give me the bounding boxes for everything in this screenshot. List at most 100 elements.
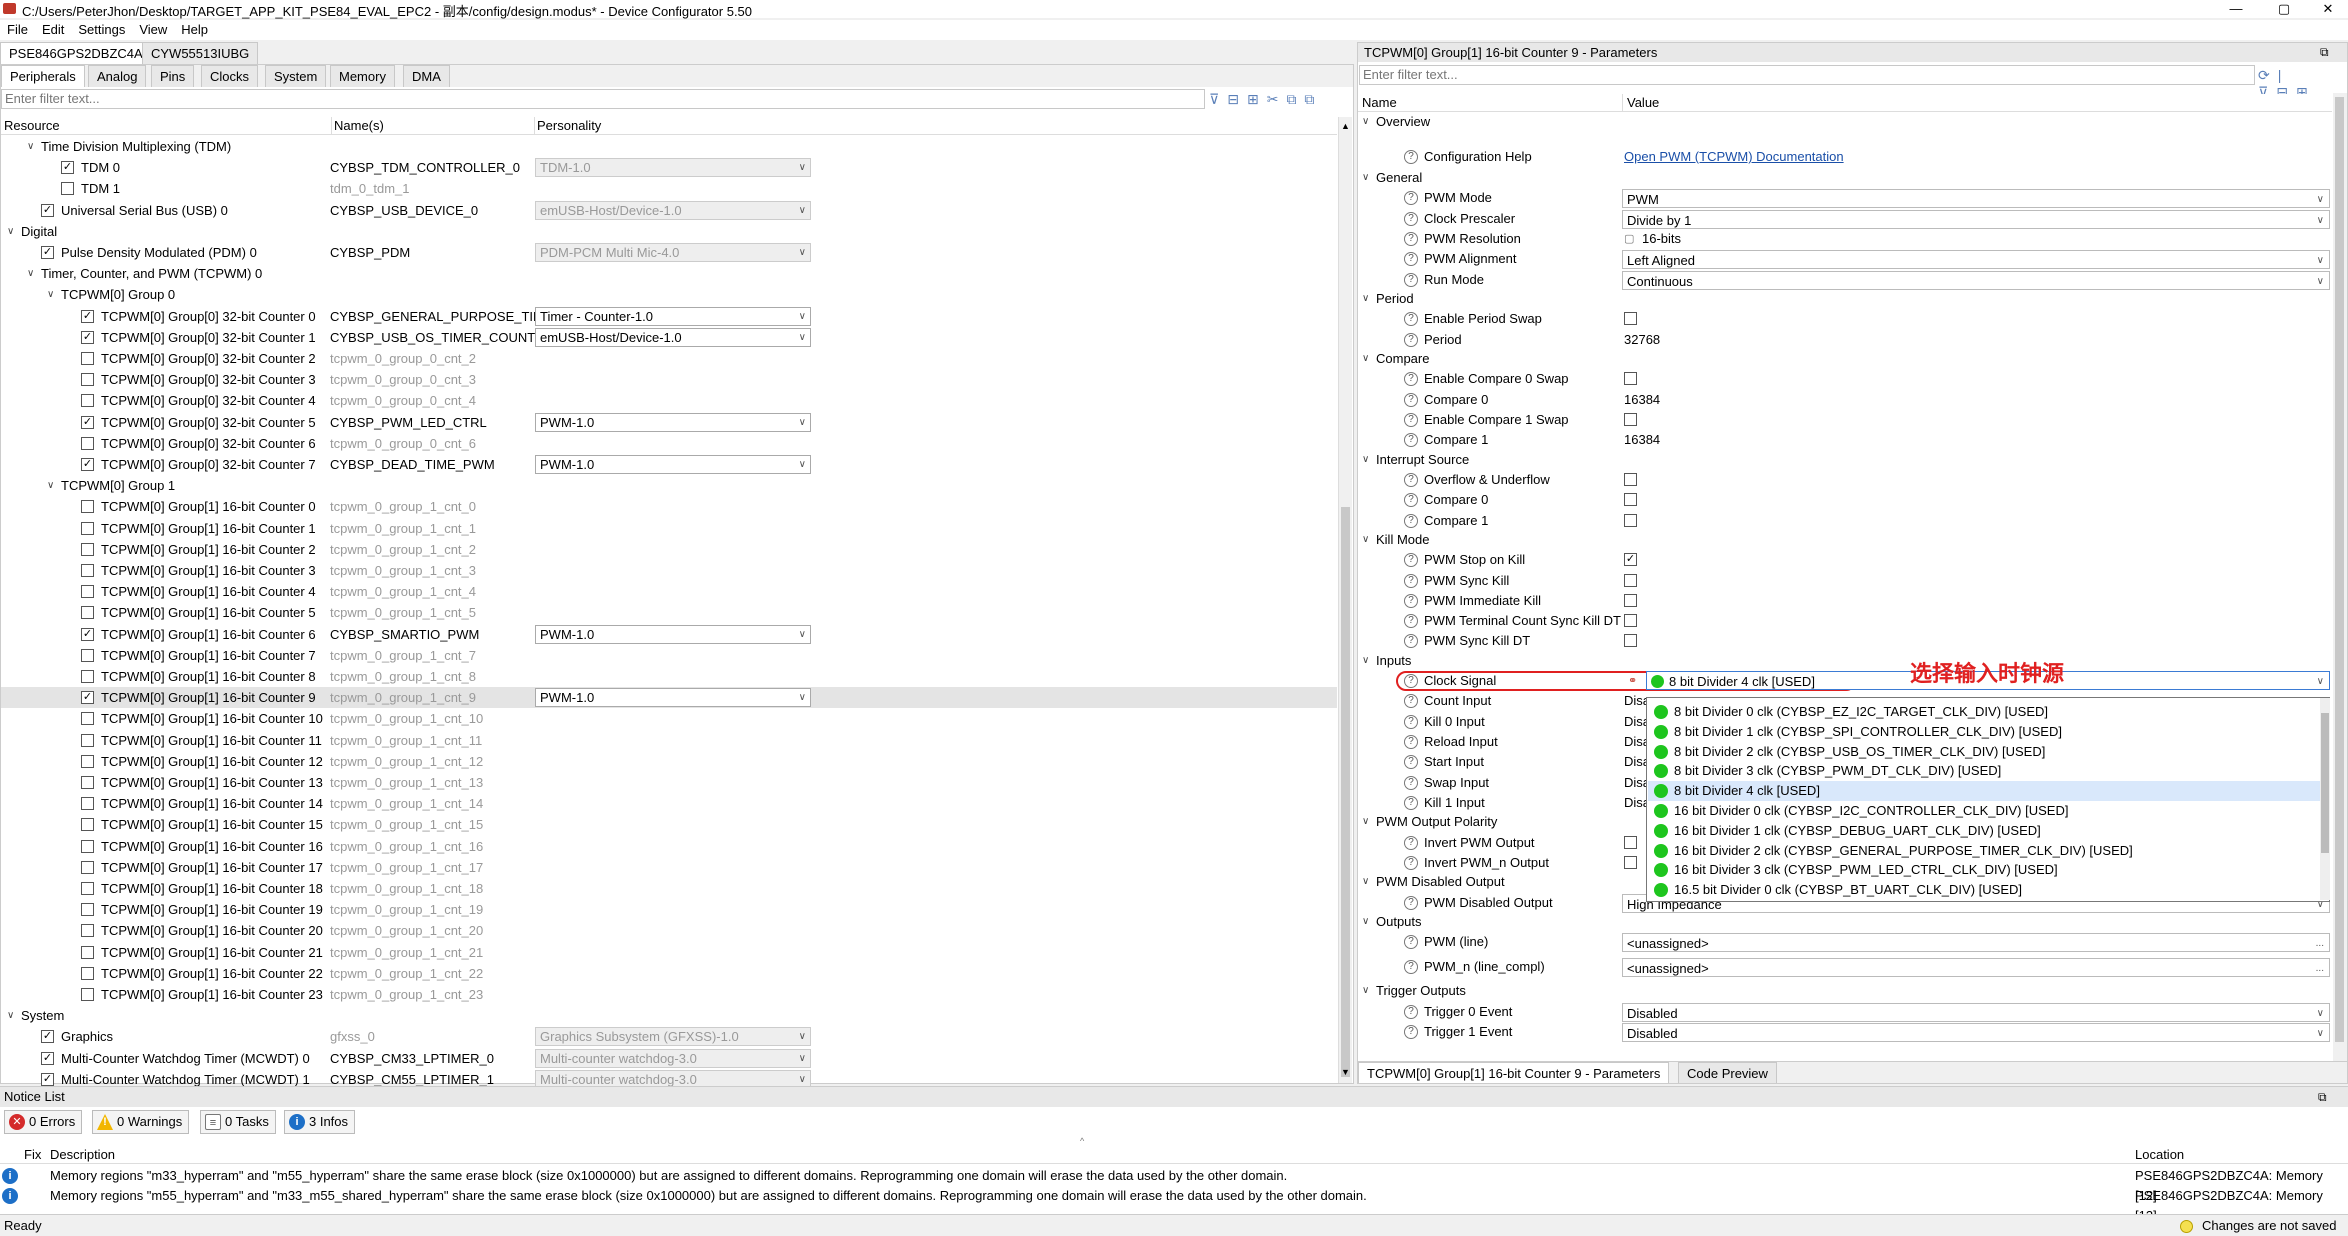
col-names[interactable]: Name(s)	[331, 117, 384, 135]
param-row[interactable]: ? Period 32768	[1358, 330, 2332, 350]
resource-checkbox[interactable]	[81, 712, 94, 726]
personality-dropdown[interactable]: PWM-1.0 ∨	[535, 624, 811, 644]
clock-option[interactable]: 16.5 bit Divider 0 clk (CYBSP_BT_UART_CL…	[1648, 880, 2320, 900]
resource-checkbox[interactable]	[81, 988, 94, 1001]
param-dropdown[interactable]: Divide by 1 ∨	[1622, 209, 2330, 229]
resource-checkbox[interactable]	[81, 648, 94, 662]
resource-name[interactable]: CYBSP_USB_OS_TIMER_COUNTER	[330, 327, 553, 348]
help-icon[interactable]: ?	[1404, 694, 1418, 709]
resource-checkbox[interactable]: ✓	[81, 458, 94, 471]
maximize-button[interactable]: ▢	[2264, 0, 2304, 18]
param-checkbox[interactable]	[1624, 835, 1637, 849]
expand-toggle-icon[interactable]: ∨	[1362, 913, 1369, 931]
resource-name[interactable]: tcpwm_0_group_1_cnt_13	[330, 772, 483, 793]
tree-row[interactable]: TCPWM[0] Group[1] 16-bit Counter 22 tcpwm…	[1, 963, 1337, 984]
tree-row[interactable]: TCPWM[0] Group[1] 16-bit Counter 14 tcpwm…	[1, 793, 1337, 814]
resource-name[interactable]: tcpwm_0_group_1_cnt_8	[330, 666, 476, 687]
link-icon[interactable]: ⚭	[1628, 671, 1637, 691]
resource-name[interactable]: tcpwm_0_group_1_cnt_5	[330, 602, 476, 623]
expand-toggle-icon[interactable]: ∨	[7, 221, 14, 242]
params-toolbar-icons[interactable]: ⟳|⊽⊟⊞	[2258, 67, 2346, 100]
resource-name[interactable]: tcpwm_0_group_1_cnt_22	[330, 963, 483, 984]
resource-checkbox[interactable]	[81, 924, 94, 938]
resource-name[interactable]: CYBSP_PWM_LED_CTRL	[330, 412, 487, 433]
tree-row[interactable]: TCPWM[0] Group[1] 16-bit Counter 19 tcpwm…	[1, 899, 1337, 920]
resource-name[interactable]: tcpwm_0_group_1_cnt_23	[330, 984, 483, 1005]
help-icon[interactable]: ?	[1404, 232, 1418, 246]
resource-name[interactable]: tcpwm_0_group_1_cnt_19	[330, 899, 483, 920]
tree-row[interactable]: TCPWM[0] Group[1] 16-bit Counter 15 tcpwm…	[1, 814, 1337, 835]
tree-row[interactable]: ✓ Universal Serial Bus (USB) 0 CYBSP_USB_D…	[1, 200, 1337, 221]
menu-edit[interactable]: Edit	[35, 20, 71, 40]
resource-checkbox[interactable]: ✓	[41, 246, 54, 259]
resource-name[interactable]: gfxss_0	[330, 1026, 375, 1047]
param-dropdown[interactable]: PWM ∨	[1622, 189, 2330, 209]
help-icon[interactable]: ?	[1404, 593, 1418, 608]
tree-row[interactable]: ✓ TCPWM[0] Group[0] 32-bit Counter 0 CYBSP…	[1, 306, 1337, 327]
param-checkbox[interactable]	[1624, 412, 1637, 426]
resource-name[interactable]: tcpwm_0_group_1_cnt_12	[330, 751, 483, 772]
notice-row[interactable]: i Memory regions "m55_hyperram" and "m33…	[0, 1186, 2348, 1223]
tree-row[interactable]: TCPWM[0] Group[1] 16-bit Counter 8 tcpwm_…	[1, 666, 1337, 687]
param-section[interactable]: ∨ Period	[1358, 290, 2332, 308]
tree-row[interactable]: TCPWM[0] Group[1] 16-bit Counter 2 tcpwm_…	[1, 539, 1337, 560]
resource-name[interactable]: tcpwm_0_group_0_cnt_4	[330, 390, 476, 411]
resource-checkbox[interactable]: ✓	[81, 309, 94, 323]
help-icon[interactable]: ?	[1404, 372, 1418, 387]
resource-name[interactable]: CYBSP_DEAD_TIME_PWM	[330, 454, 495, 475]
param-checkbox[interactable]: ✓	[1624, 553, 1637, 567]
tree-row[interactable]: TCPWM[0] Group[1] 16-bit Counter 16 tcpwm…	[1, 836, 1337, 857]
resource-name[interactable]: tcpwm_0_group_1_cnt_17	[330, 857, 483, 878]
left-filter-input[interactable]: Enter filter text...	[1, 89, 1205, 109]
param-section[interactable]: ∨ Outputs	[1358, 913, 2332, 931]
param-row[interactable]: ? Run Mode Continuous ∨	[1358, 270, 2332, 290]
resource-name[interactable]: tcpwm_0_group_0_cnt_6	[330, 433, 476, 454]
resource-name[interactable]: tcpwm_0_group_1_cnt_10	[330, 708, 483, 729]
clock-option[interactable]: 8 bit Divider 1 clk (CYBSP_SPI_CONTROLLE…	[1648, 722, 2320, 742]
resource-checkbox[interactable]: ✓	[41, 1051, 54, 1065]
tab-clocks[interactable]: Clocks	[201, 65, 259, 87]
param-section[interactable]: ∨ Trigger Outputs	[1358, 982, 2332, 1000]
tree-row[interactable]: TCPWM[0] Group[0] 32-bit Counter 4 tcpwm_…	[1, 390, 1337, 411]
minimize-button[interactable]: —	[2216, 0, 2256, 18]
param-section[interactable]: ∨ Inputs	[1358, 652, 2332, 670]
tab-analog[interactable]: Analog	[88, 65, 147, 87]
expand-toggle-icon[interactable]: ∨	[1362, 350, 1369, 368]
resource-name[interactable]: tcpwm_0_group_1_cnt_20	[330, 920, 483, 941]
param-row[interactable]: ? Compare 0	[1358, 490, 2332, 510]
param-dropdown[interactable]: Continuous ∨	[1622, 270, 2330, 290]
resource-checkbox[interactable]: ✓	[81, 627, 94, 641]
param-row[interactable]: ? PWM Sync Kill	[1358, 571, 2332, 591]
tree-row[interactable]: ✓ Pulse Density Modulated (PDM) 0 CYBSP_PD…	[1, 242, 1337, 263]
param-checkbox[interactable]	[1624, 472, 1637, 486]
param-dropdown[interactable]: Disabled ∨	[1622, 1002, 2330, 1022]
resource-name[interactable]: tcpwm_0_group_1_cnt_7	[330, 645, 476, 666]
tree-row[interactable]: TCPWM[0] Group[1] 16-bit Counter 23 tcpwm…	[1, 984, 1337, 1005]
expand-toggle-icon[interactable]: ∨	[1362, 169, 1369, 187]
resource-checkbox[interactable]: ✓	[41, 203, 54, 217]
personality-dropdown[interactable]: emUSB-Host/Device-1.0 ∨	[535, 327, 811, 347]
resource-name[interactable]: tcpwm_0_group_1_cnt_16	[330, 836, 483, 857]
menu-settings[interactable]: Settings	[71, 20, 132, 40]
resource-checkbox[interactable]	[81, 754, 94, 768]
close-button[interactable]: ✕	[2308, 0, 2348, 18]
tree-row[interactable]: TCPWM[0] Group[1] 16-bit Counter 7 tcpwm_…	[1, 645, 1337, 666]
param-checkbox[interactable]	[1624, 573, 1637, 587]
param-checkbox[interactable]	[1624, 855, 1637, 869]
param-row[interactable]: ? PWM Immediate Kill	[1358, 591, 2332, 611]
param-row[interactable]: ? PWM (line) <unassigned>...	[1358, 932, 2332, 953]
resource-checkbox[interactable]: ✓	[81, 330, 94, 344]
resource-name[interactable]: tcpwm_0_group_1_cnt_0	[330, 496, 476, 517]
tab-device-cyw55513[interactable]: CYW55513IUBG	[142, 42, 259, 64]
expand-toggle-icon[interactable]: ∨	[1362, 813, 1369, 831]
resource-checkbox[interactable]	[81, 776, 94, 789]
resource-name[interactable]: tcpwm_0_group_1_cnt_4	[330, 581, 476, 602]
help-icon[interactable]: ?	[1404, 775, 1418, 790]
errors-button[interactable]: ✕ 0 Errors	[4, 1110, 83, 1134]
help-icon[interactable]: ?	[1404, 392, 1418, 407]
param-row[interactable]: ? Compare 1	[1358, 511, 2332, 531]
help-icon[interactable]: ?	[1404, 1004, 1418, 1019]
tab-pins[interactable]: Pins	[151, 65, 195, 87]
help-icon[interactable]: ?	[1404, 835, 1418, 850]
clock-option[interactable]: 16 bit Divider 2 clk (CYBSP_GENERAL_PURP…	[1648, 841, 2320, 861]
